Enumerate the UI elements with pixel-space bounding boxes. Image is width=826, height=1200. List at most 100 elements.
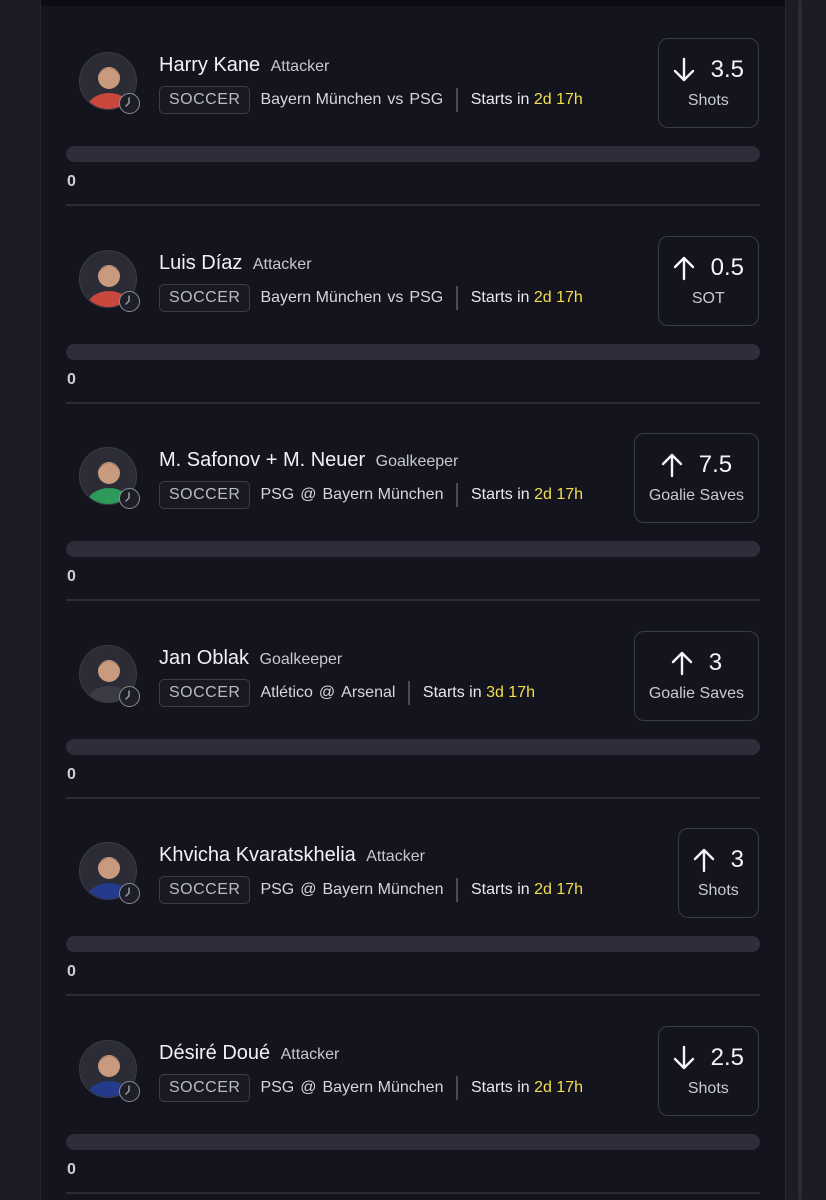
pick-card[interactable]: Jan Oblak Goalkeeper SOCCER Atlético @ Ars… <box>41 601 785 799</box>
match-info: SOCCER Bayern München vs PSG Starts in 2d … <box>159 86 583 114</box>
starts-countdown: 2d 17h <box>533 91 583 108</box>
match-info: SOCCER PSG @ Bayern München Starts in 2d 1… <box>159 1073 583 1102</box>
start-time: Starts in 2d 17h <box>471 91 583 109</box>
arrow-down-icon <box>673 57 695 83</box>
sport-badge: SOCCER <box>159 876 251 904</box>
team-a: Bayern München <box>260 91 382 108</box>
team-a: PSG <box>260 486 295 503</box>
left-gutter <box>0 0 40 1200</box>
match-info: SOCCER PSG @ Bayern München Starts in 2d 1… <box>159 481 583 509</box>
info-divider <box>408 680 410 705</box>
progress-count: 0 <box>67 568 76 585</box>
starts-label: Starts in <box>470 881 530 898</box>
team-b: Bayern München <box>322 1078 444 1096</box>
projection-box[interactable]: 7.5 Goalie Saves <box>633 433 759 523</box>
pick-card[interactable]: Désiré Doué Attacker SOCCER PSG @ Bayern M… <box>41 996 785 1194</box>
pick-card[interactable]: Luis Díaz Attacker SOCCER Bayern München… <box>41 206 785 404</box>
card-divider <box>66 1191 760 1194</box>
starts-countdown: 2d 17h <box>534 1078 584 1096</box>
matchup-separator: vs <box>387 288 404 306</box>
player-position: Attacker <box>252 255 312 273</box>
progress-bar <box>66 343 760 360</box>
pick-card[interactable]: M. Safonov + M. Neuer Goalkeeper SOCCER … <box>41 403 785 601</box>
starts-countdown: 2d 17h <box>534 486 584 503</box>
match-info: SOCCER Bayern München vs PSG Starts in 2d … <box>159 283 583 312</box>
player-heading: Luis Díaz Attacker <box>159 252 312 275</box>
projection-box[interactable]: 2.5 Shots <box>657 1025 759 1116</box>
projection-value: 3 <box>708 648 723 676</box>
matchup: PSG @ Bayern München <box>260 1079 443 1097</box>
start-time: Starts in 2d 17h <box>471 289 583 307</box>
match-info: SOCCER Atlético @ Arsenal Starts in 3d 17h <box>159 678 535 707</box>
starts-countdown: 2d 17h <box>534 881 584 898</box>
player-position: Attacker <box>366 848 425 865</box>
player-position: Attacker <box>270 58 330 75</box>
arrow-up-icon <box>661 452 683 478</box>
clock-icon <box>119 290 140 312</box>
arrow-down-icon <box>673 1045 695 1071</box>
matchup-separator: vs <box>387 91 404 108</box>
team-a: PSG <box>260 881 295 898</box>
stat-type: SOT <box>691 289 725 307</box>
progress-count: 0 <box>67 963 76 980</box>
starts-label: Starts in <box>470 486 530 503</box>
starts-label: Starts in <box>422 683 482 701</box>
sport-badge: SOCCER <box>159 481 251 509</box>
picks-list: Harry Kane Attacker SOCCER Bayern Münche… <box>40 0 786 1200</box>
player-name[interactable]: Harry Kane <box>159 54 260 76</box>
matchup: PSG @ Bayern München <box>260 486 443 504</box>
starts-countdown: 3d 17h <box>486 683 535 701</box>
stat-type: Shots <box>697 882 739 899</box>
start-time: Starts in 2d 17h <box>471 1079 583 1097</box>
player-name[interactable]: Luis Díaz <box>159 252 242 274</box>
matchup: Bayern München vs PSG <box>260 289 443 307</box>
progress-bar <box>66 541 760 557</box>
player-name[interactable]: Khvicha Kvaratskhelia <box>159 844 356 866</box>
team-a: Atlético <box>260 683 313 701</box>
matchup-separator: @ <box>300 486 317 503</box>
player-name[interactable]: M. Safonov + M. Neuer <box>159 449 365 471</box>
panel-top-edge <box>41 0 785 6</box>
pick-card[interactable]: Harry Kane Attacker SOCCER Bayern Münche… <box>41 8 785 206</box>
team-b: PSG <box>409 288 444 306</box>
matchup-separator: @ <box>300 1078 317 1096</box>
stat-type: Shots <box>687 92 729 109</box>
player-heading: Jan Oblak Goalkeeper <box>159 647 342 670</box>
progress-bar <box>66 1133 760 1150</box>
stat-type: Goalie Saves <box>648 487 744 504</box>
player-name[interactable]: Jan Oblak <box>159 647 249 669</box>
matchup-separator: @ <box>300 881 317 898</box>
clock-icon <box>119 488 140 509</box>
start-time: Starts in 3d 17h <box>423 684 535 702</box>
player-position: Goalkeeper <box>375 453 459 470</box>
start-time: Starts in 2d 17h <box>471 881 583 899</box>
clock-icon <box>119 685 140 707</box>
clock-icon <box>119 93 140 114</box>
arrow-up-icon <box>671 650 693 676</box>
projection-box[interactable]: 3 Shots <box>677 828 759 918</box>
matchup: Atlético @ Arsenal <box>260 684 395 702</box>
sport-badge: SOCCER <box>159 86 251 114</box>
projection-box[interactable]: 3.5 Shots <box>657 38 759 128</box>
projection-value: 3.5 <box>710 56 744 83</box>
team-b: Arsenal <box>341 683 396 701</box>
progress-count: 0 <box>67 173 76 190</box>
player-heading: M. Safonov + M. Neuer Goalkeeper <box>159 449 458 472</box>
stat-type: Shots <box>687 1079 729 1097</box>
info-divider <box>456 1075 458 1100</box>
scrollbar[interactable] <box>798 0 802 1200</box>
player-heading: Khvicha Kvaratskhelia Attacker <box>159 844 425 867</box>
arrow-up-icon <box>693 847 715 873</box>
info-divider <box>456 285 458 310</box>
projection-box[interactable]: 3 Goalie Saves <box>633 630 759 721</box>
starts-label: Starts in <box>470 1078 530 1096</box>
projection-box[interactable]: 0.5 SOT <box>657 235 759 326</box>
sport-badge: SOCCER <box>159 283 251 312</box>
projection-value: 0.5 <box>710 253 744 281</box>
team-b: Bayern München <box>322 881 444 898</box>
info-divider <box>456 878 458 902</box>
pick-card[interactable]: Khvicha Kvaratskhelia Attacker SOCCER PS… <box>41 798 785 996</box>
player-name[interactable]: Désiré Doué <box>159 1042 270 1064</box>
projection-value: 7.5 <box>698 451 733 478</box>
sport-badge: SOCCER <box>159 1073 251 1102</box>
